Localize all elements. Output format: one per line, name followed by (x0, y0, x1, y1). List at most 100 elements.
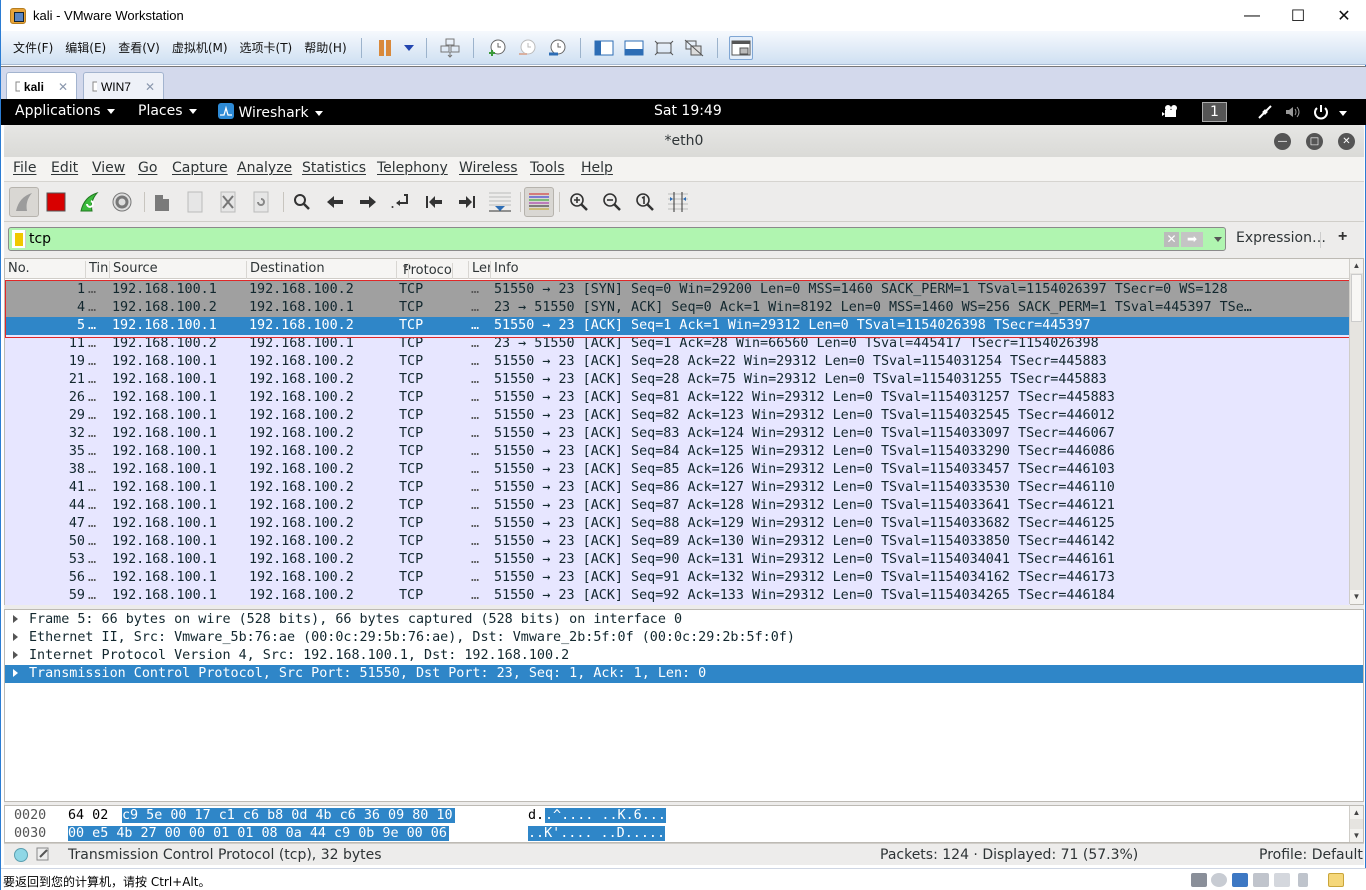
message-icon[interactable] (1328, 873, 1344, 887)
console-view-icon[interactable] (728, 35, 753, 60)
places-menu[interactable]: Places (138, 103, 197, 119)
go-forward-icon[interactable] (353, 187, 383, 217)
wireshark-app-menu[interactable]: Wireshark (218, 103, 323, 121)
detail-row[interactable]: Internet Protocol Version 4, Src: 192.16… (5, 647, 1363, 665)
expand-arrow-icon[interactable] (13, 633, 18, 641)
snapshot-manager-icon[interactable] (545, 36, 569, 60)
capture-comment-icon[interactable] (36, 846, 50, 866)
snapshot-revert-icon[interactable] (515, 36, 539, 60)
expand-arrow-icon[interactable] (13, 669, 18, 677)
menu-help[interactable]: 帮助(H) (304, 39, 346, 56)
menu-go[interactable]: Go (138, 160, 157, 176)
menu-edit[interactable]: 编辑(E) (65, 39, 106, 56)
tab-close-icon[interactable]: ✕ (145, 80, 155, 94)
display-filter-input[interactable] (29, 229, 1169, 249)
scroll-up-icon[interactable]: ▲ (1350, 259, 1363, 273)
maximize-button[interactable]: ☐ (1275, 0, 1321, 31)
tab-close-icon[interactable]: ✕ (58, 80, 68, 94)
close-button[interactable]: ✕ (1321, 0, 1366, 31)
fullscreen-icon[interactable] (652, 36, 676, 60)
applications-menu[interactable]: Applications (15, 103, 115, 119)
packet-row[interactable]: 26… 192.168.100.1 192.168.100.2 TCP… 51550 →… (5, 389, 1350, 407)
printer-icon[interactable] (1253, 873, 1269, 887)
ascii-highlight[interactable]: .^.... ..K.6... (545, 808, 666, 823)
expert-info-icon[interactable] (14, 848, 28, 862)
packet-row[interactable]: 35… 192.168.100.1 192.168.100.2 TCP… 51550 →… (5, 443, 1350, 461)
apply-filter-icon[interactable]: ➡ (1181, 232, 1203, 247)
scroll-down-icon[interactable]: ▼ (1350, 829, 1363, 842)
network-wired-icon[interactable] (1257, 104, 1273, 124)
packet-row[interactable]: 41… 192.168.100.1 192.168.100.2 TCP… 51550 →… (5, 479, 1350, 497)
go-to-packet-icon[interactable] (386, 187, 416, 217)
cd-dvd-icon[interactable] (1211, 873, 1227, 887)
stop-capture-icon[interactable] (41, 187, 71, 217)
colorize-icon[interactable] (524, 187, 554, 217)
column-protocol[interactable]: Protoco ▾ (397, 261, 469, 279)
menu-vm[interactable]: 虚拟机(M) (172, 39, 228, 56)
packet-list-scrollbar[interactable]: ▲ ▼ (1349, 259, 1363, 604)
ws-maximize-button[interactable]: □ (1306, 133, 1323, 150)
auto-scroll-icon[interactable] (485, 187, 515, 217)
volume-icon[interactable] (1284, 104, 1302, 124)
zoom-normal-icon[interactable] (630, 187, 660, 217)
packet-row[interactable]: 47… 192.168.100.1 192.168.100.2 TCP… 51550 →… (5, 515, 1350, 533)
open-file-icon[interactable] (147, 187, 177, 217)
clear-filter-icon[interactable]: ✕ (1164, 232, 1179, 247)
packet-row[interactable]: 59… 192.168.100.1 192.168.100.2 TCP… 51550 →… (5, 587, 1350, 605)
workspace-indicator[interactable]: 1 (1202, 102, 1227, 122)
first-packet-icon[interactable] (419, 187, 449, 217)
ascii-highlight[interactable]: ..K'.... ..D..... (528, 826, 666, 841)
unity-icon[interactable] (682, 36, 706, 60)
last-packet-icon[interactable] (452, 187, 482, 217)
hex-highlight[interactable]: 00 e5 4b 27 00 00 01 01 08 0a 44 c9 0b 9… (68, 826, 449, 841)
packet-row[interactable]: 1… 192.168.100.1 192.168.100.2 TCP… 51550 → … (5, 281, 1350, 299)
resize-columns-icon[interactable] (663, 187, 693, 217)
packet-row[interactable]: 4… 192.168.100.2 192.168.100.1 TCP… 23 → 515… (5, 299, 1350, 317)
sound-icon[interactable] (1274, 873, 1290, 887)
menu-tabs[interactable]: 选项卡(T) (240, 39, 293, 56)
menu-statistics[interactable]: Statistics (302, 160, 366, 176)
bookmark-icon[interactable] (12, 230, 26, 248)
packet-row[interactable]: 53… 192.168.100.1 192.168.100.2 TCP… 51550 →… (5, 551, 1350, 569)
menu-edit[interactable]: Edit (51, 160, 78, 176)
packet-row[interactable]: 5… 192.168.100.1 192.168.100.2 TCP… 51550 → … (5, 317, 1350, 335)
restart-capture-icon[interactable] (74, 187, 104, 217)
power-icon[interactable] (1312, 103, 1330, 125)
zoom-in-icon[interactable] (564, 187, 594, 217)
ws-minimize-button[interactable]: — (1274, 133, 1291, 150)
hard-disk-icon[interactable] (1191, 873, 1207, 887)
column-source[interactable]: Source (110, 261, 247, 279)
detail-row[interactable]: Transmission Control Protocol, Src Port:… (5, 665, 1363, 683)
expand-arrow-icon[interactable] (13, 615, 18, 623)
network-icon[interactable] (1232, 873, 1248, 887)
pause-icon[interactable] (373, 36, 397, 60)
zoom-out-icon[interactable] (597, 187, 627, 217)
packet-row[interactable]: 19… 192.168.100.1 192.168.100.2 TCP… 51550 →… (5, 353, 1350, 371)
packet-row[interactable]: 44… 192.168.100.1 192.168.100.2 TCP… 51550 →… (5, 497, 1350, 515)
expand-arrow-icon[interactable] (13, 651, 18, 659)
menu-file[interactable]: 文件(F) (13, 39, 53, 56)
detail-row[interactable]: Ethernet II, Src: Vmware_5b:76:ae (00:0c… (5, 629, 1363, 647)
library-view-icon[interactable] (592, 36, 616, 60)
tab-win7[interactable]: WIN7 ✕ (83, 72, 164, 100)
menu-view[interactable]: View (92, 160, 125, 176)
reload-file-icon[interactable] (246, 187, 276, 217)
packet-row[interactable]: 38… 192.168.100.1 192.168.100.2 TCP… 51550 →… (5, 461, 1350, 479)
status-profile[interactable]: Profile: Default (1259, 847, 1363, 863)
system-menu-caret[interactable] (1339, 105, 1347, 121)
packet-row[interactable]: 11… 192.168.100.2 192.168.100.1 TCP… 23 → 51… (5, 335, 1350, 353)
menu-analyze[interactable]: Analyze (237, 160, 292, 176)
menu-view[interactable]: 查看(V) (118, 39, 160, 56)
bytes-scrollbar[interactable]: ▲ ▼ (1349, 806, 1363, 842)
capture-options-icon[interactable] (107, 187, 137, 217)
snapshot-take-icon[interactable] (485, 36, 509, 60)
expression-button[interactable]: Expression… (1236, 230, 1326, 246)
menu-telephony[interactable]: Telephony (377, 160, 448, 176)
column-time[interactable]: Tin (86, 261, 110, 279)
packet-row[interactable]: 32… 192.168.100.1 192.168.100.2 TCP… 51550 →… (5, 425, 1350, 443)
tab-kali[interactable]: kali ✕ (6, 72, 77, 100)
scroll-thumb[interactable] (1351, 274, 1362, 322)
scroll-down-icon[interactable]: ▼ (1350, 590, 1363, 604)
usb-icon[interactable] (1298, 873, 1308, 887)
scroll-up-icon[interactable]: ▲ (1350, 806, 1363, 819)
